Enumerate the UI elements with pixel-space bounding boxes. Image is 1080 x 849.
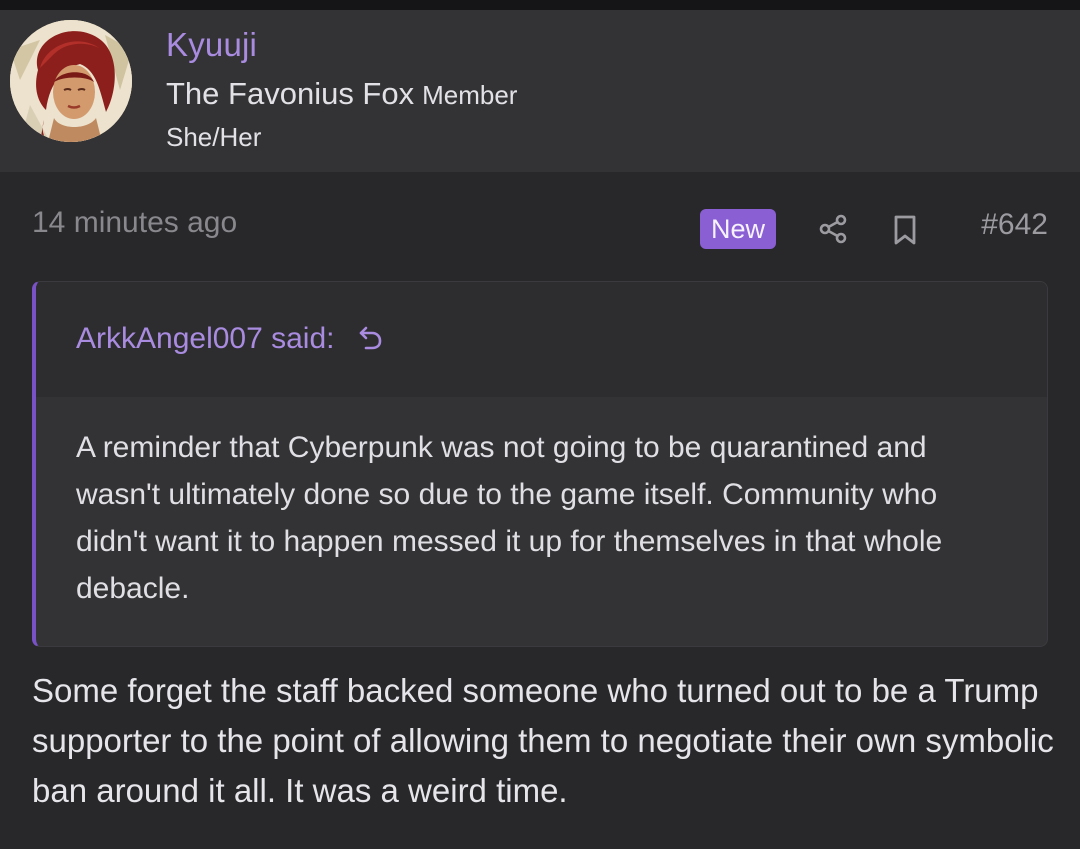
top-strip	[0, 0, 1080, 10]
post-body: Some forget the staff backed someone who…	[32, 672, 1054, 809]
avatar[interactable]	[10, 20, 132, 142]
share-icon[interactable]	[818, 213, 848, 245]
quote-author-line[interactable]: ArkkAngel007 said:	[76, 322, 385, 356]
user-header: Kyuuji The Favonius Fox Member She/Her	[0, 10, 1080, 172]
bookmark-icon[interactable]	[892, 214, 918, 246]
post-timestamp[interactable]: 14 minutes ago	[32, 206, 237, 240]
user-title: The Favonius Fox	[166, 76, 415, 111]
quote-text: A reminder that Cyberpunk was not going …	[76, 431, 943, 605]
user-rank: Member	[422, 80, 518, 110]
post: 14 minutes ago New #642 ArkkAngel007 sai…	[0, 172, 1080, 849]
pronouns: She/Her	[166, 122, 262, 152]
avatar-image	[10, 20, 132, 142]
quote-block: ArkkAngel007 said: A reminder that Cyber…	[32, 281, 1048, 647]
quote-header: ArkkAngel007 said:	[36, 282, 1047, 397]
jump-to-quote-icon[interactable]	[357, 323, 385, 351]
quote-author[interactable]: ArkkAngel007 said:	[76, 322, 335, 355]
post-number[interactable]: #642	[981, 208, 1048, 242]
new-badge: New	[700, 209, 777, 249]
user-title-row: The Favonius Fox Member	[166, 76, 517, 112]
username[interactable]: Kyuuji	[166, 26, 257, 64]
